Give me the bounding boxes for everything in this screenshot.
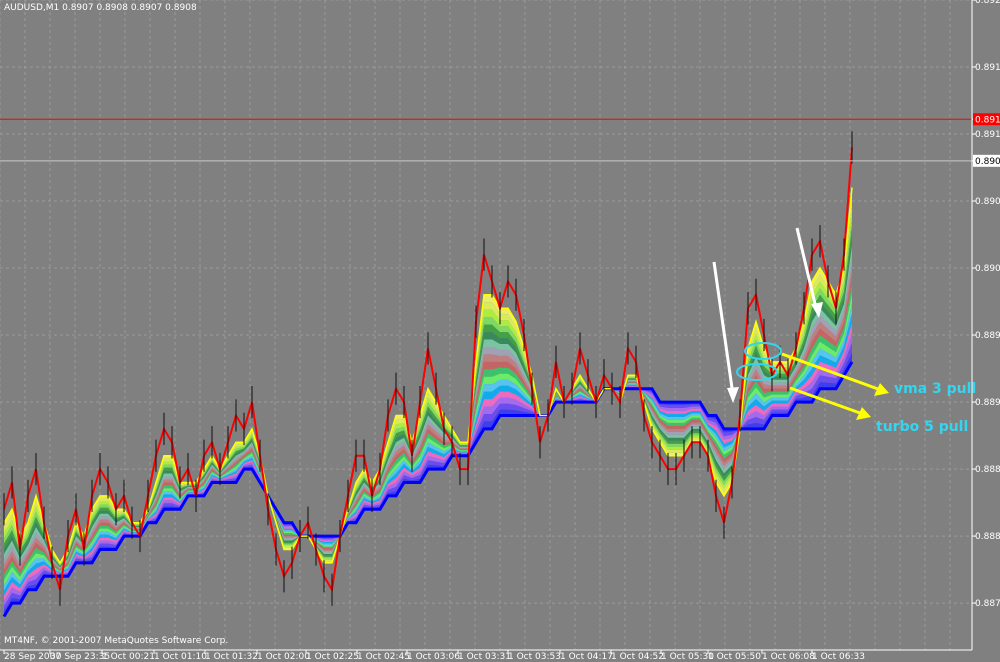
x-tick-label: 1 Oct 04:52 bbox=[611, 652, 664, 662]
y-tick-label: 0.8908 bbox=[975, 157, 1000, 167]
x-tick-label: 1 Oct 03:31 bbox=[458, 652, 511, 662]
y-tick-label: 0.8895 bbox=[975, 331, 1000, 341]
y-tick-label: 0.8890 bbox=[975, 398, 1000, 408]
x-tick-label: 1 Oct 05:30 bbox=[661, 652, 714, 662]
x-tick-label: 1 Oct 06:08 bbox=[762, 652, 815, 662]
x-tick-label: 1 Oct 01:32 bbox=[205, 652, 258, 662]
chart-window: 0.8920 0.8915 0.8911 0.8910 0.8908 0.8905 0.89… bbox=[0, 0, 1000, 662]
y-tick-label: 0.8875 bbox=[975, 599, 1000, 609]
x-tick-label: 1 Oct 04:17 bbox=[560, 652, 613, 662]
price-chart: 0.8920 0.8915 0.8911 0.8910 0.8908 0.8905 0.89… bbox=[0, 0, 1000, 662]
y-tick-label: 0.8905 bbox=[975, 197, 1000, 207]
x-tick-label: 1 Oct 06:33 bbox=[812, 652, 865, 662]
x-tick-label: 1 Oct 01:10 bbox=[154, 652, 207, 662]
turbo-pull-label: turbo 5 pull bbox=[876, 419, 968, 435]
y-tick-label: 0.8885 bbox=[975, 465, 1000, 475]
y-tick-label: 0.8920 bbox=[975, 0, 1000, 6]
y-tick-label: 0.8915 bbox=[975, 63, 1000, 73]
vma-pull-label: vma 3 pull bbox=[894, 381, 976, 397]
time-axis: 28 Sep 200730 Sep 23:351 Oct 00:21 1 Oct … bbox=[0, 649, 1000, 662]
copyright-text: MT4NF, © 2001-2007 MetaQuotes Software C… bbox=[4, 636, 228, 646]
y-tick-label: 0.8880 bbox=[975, 532, 1000, 542]
y-tick-label: 0.8910 bbox=[975, 130, 1000, 140]
y-tick-label: 0.8900 bbox=[975, 264, 1000, 274]
x-tick-label: 1 Oct 02:25 bbox=[306, 652, 359, 662]
x-tick-label: 1 Oct 05:50 bbox=[708, 652, 761, 662]
price-axis: 0.8920 0.8915 0.8911 0.8910 0.8908 0.8905 0.89… bbox=[971, 0, 1000, 662]
chart-title: AUDUSD,M1 0.8907 0.8908 0.8907 0.8908 bbox=[4, 3, 197, 13]
x-tick-label: 1 Oct 03:06 bbox=[407, 652, 460, 662]
y-tick-label: 0.8911 bbox=[975, 115, 1000, 125]
x-tick-label: 1 Oct 02:00 bbox=[257, 652, 310, 662]
x-tick-label: 1 Oct 00:21 bbox=[102, 652, 155, 662]
x-tick-label: 1 Oct 02:45 bbox=[357, 652, 410, 662]
x-tick-label: 1 Oct 03:53 bbox=[508, 652, 561, 662]
